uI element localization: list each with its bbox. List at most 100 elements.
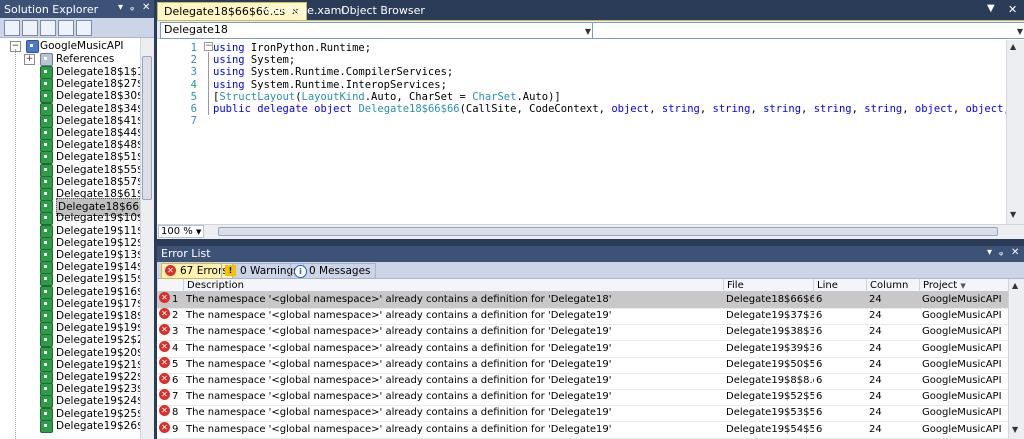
error-col-cell: 24 [869, 375, 882, 386]
column-description[interactable]: Description [183, 279, 723, 292]
expand-icon[interactable]: + [24, 54, 35, 65]
editor-vertical-scrollbar[interactable]: ▲ ▼ [1006, 40, 1024, 224]
csharp-file-icon [40, 322, 53, 336]
view-code-icon[interactable] [58, 20, 74, 36]
close-icon[interactable]: ✕ [1011, 247, 1019, 258]
error-n-cell: 1 [172, 294, 179, 305]
member-combo[interactable]: ▼ [592, 22, 1024, 39]
show-all-files-icon[interactable] [22, 20, 38, 36]
error-row[interactable]: ✕ 6 The namespace '<global namespace>' alr… [157, 373, 1008, 390]
error-row[interactable]: ✕ 4 The namespace '<global namespace>' alr… [157, 340, 1008, 358]
properties-icon[interactable] [4, 20, 20, 36]
code-line[interactable]: using System; [213, 54, 295, 66]
code-token: delegate [257, 103, 308, 115]
error-list-scrollbar[interactable]: ▲ ▼ [1008, 279, 1024, 439]
code-token: (CallSite, CodeContext, [459, 103, 612, 115]
document-tab-strip: Delegate18$66$66.cs ✕ MainPage.xaml Objec… [157, 0, 1024, 21]
close-document-icon[interactable]: ✕ [1008, 3, 1017, 16]
line-number: 6 [190, 103, 197, 115]
error-row[interactable]: ✕ 1 The namespace '<global namespace>' alr… [157, 292, 1008, 309]
csharp-file-icon [40, 346, 53, 360]
line-number: 4 [190, 78, 197, 91]
column-column[interactable]: Column [866, 279, 919, 292]
zoom-combo[interactable]: 100 % ▼ [158, 225, 204, 238]
tab-object-browser[interactable]: Object Browser [335, 2, 431, 20]
horizontal-scroll-thumb[interactable] [218, 227, 998, 236]
code-token: LayoutKind [301, 90, 365, 103]
messages-filter-button[interactable]: i0 Messages [290, 263, 376, 279]
code-token: , [851, 103, 865, 115]
error-row[interactable]: ✕ 7 The namespace '<global namespace>' alr… [157, 389, 1008, 407]
csharp-file-icon [40, 200, 53, 214]
scroll-up-icon[interactable]: ▲ [1012, 281, 1018, 290]
code-line[interactable]: using IronPython.Runtime; [213, 42, 371, 54]
csharp-file-icon [40, 249, 53, 262]
error-file-cell: Delegate19$52$52.cs [726, 391, 814, 403]
error-desc-cell: The namespace '<global namespace>' alrea… [186, 375, 612, 386]
dropdown-icon[interactable]: ▾ [118, 2, 123, 13]
error-list-header: Description File Line Column Project ▼ [157, 279, 1008, 292]
code-token: public [213, 103, 251, 115]
error-row[interactable]: ✕ 2 The namespace '<global namespace>' alr… [157, 308, 1008, 326]
tab-dropdown-icon[interactable]: ▼ [987, 3, 995, 14]
error-proj-cell: GoogleMusicAPI [922, 326, 1002, 338]
code-area[interactable]: 1 using IronPython.Runtime; 2 using System;… [157, 40, 1006, 224]
pin-icon[interactable]: ᵩ [130, 2, 134, 13]
code-token: object [314, 103, 353, 115]
solution-tree-scroll-thumb[interactable] [142, 56, 152, 200]
code-token: , [649, 103, 662, 115]
csharp-file-icon [40, 78, 53, 92]
error-col-cell: 24 [869, 310, 882, 322]
code-token: , [952, 103, 966, 115]
error-line-cell: 6 [816, 310, 823, 322]
view-designer-icon[interactable] [76, 20, 92, 36]
error-proj-cell: GoogleMusicAPI [922, 294, 1002, 305]
scroll-down-icon[interactable]: ▼ [1010, 210, 1016, 219]
error-row[interactable]: ✕ 9 The namespace '<global namespace>' alr… [157, 421, 1008, 439]
csharp-file-icon [40, 419, 53, 433]
csharp-file-icon [40, 139, 53, 153]
chevron-down-icon: ▼ [195, 228, 202, 236]
error-file-cell: Delegate19$54$54.cs [726, 423, 814, 435]
sort-icon: ▼ [960, 282, 966, 290]
error-row[interactable]: ✕ 5 The namespace '<global namespace>' alr… [157, 356, 1008, 374]
dropdown-icon[interactable]: ▾ [987, 247, 992, 258]
error-col-cell: 24 [869, 326, 882, 338]
error-n-cell: 4 [172, 342, 179, 354]
tree-guide-line [15, 49, 16, 439]
error-icon: ✕ [159, 340, 170, 352]
pin-icon[interactable]: ᵩ [999, 247, 1003, 258]
error-col-cell: 24 [869, 391, 882, 403]
code-token: string [712, 103, 751, 115]
error-desc-cell: The namespace '<global namespace>' alrea… [186, 391, 612, 403]
icon-column-header[interactable] [157, 279, 183, 292]
code-line[interactable]: using System.Runtime.CompilerServices; [213, 66, 453, 78]
code-token: string [661, 103, 700, 115]
error-row[interactable]: ✕ 8 The namespace '<global namespace>' alr… [157, 405, 1008, 423]
code-line[interactable]: using System.Runtime.InteropServices; [213, 79, 447, 91]
collapse-outline-icon[interactable]: − [204, 42, 213, 51]
error-icon: ✕ [159, 292, 170, 303]
column-project[interactable]: Project ▼ [919, 279, 1008, 292]
scroll-down-icon[interactable]: ▼ [1012, 425, 1018, 434]
type-combo[interactable]: Delegate18 ▼ [160, 22, 594, 39]
error-file-cell: Delegate19$8$8.cs [726, 375, 814, 386]
csharp-file-icon [40, 114, 53, 128]
code-line[interactable]: public delegate object Delegate18$66$66(… [213, 103, 1006, 115]
code-line[interactable]: [StructLayout(LayoutKind.Auto, CharSet =… [213, 91, 561, 103]
error-desc-cell: The namespace '<global namespace>' alrea… [186, 358, 612, 370]
error-list-toolbar: ✕ 67 Errors ! 0 Warnings i0 Messages [157, 262, 1024, 279]
scroll-up-icon[interactable]: ▲ [1010, 42, 1016, 51]
close-icon[interactable]: ✕ [142, 2, 150, 13]
error-icon: ✕ [159, 373, 170, 384]
csharp-file-icon [40, 236, 53, 250]
error-proj-cell: GoogleMusicAPI [922, 391, 1002, 403]
code-token: IronPython.Runtime; [244, 42, 372, 54]
error-file-cell: Delegate19$37$37.cs [726, 310, 814, 322]
error-desc-cell: The namespace '<global namespace>' alrea… [186, 423, 612, 435]
column-file[interactable]: File [723, 279, 813, 292]
column-line[interactable]: Line [813, 279, 866, 292]
error-row[interactable]: ✕ 3 The namespace '<global namespace>' alr… [157, 324, 1008, 342]
csharp-file-icon [40, 273, 53, 287]
refresh-icon[interactable] [40, 20, 56, 36]
